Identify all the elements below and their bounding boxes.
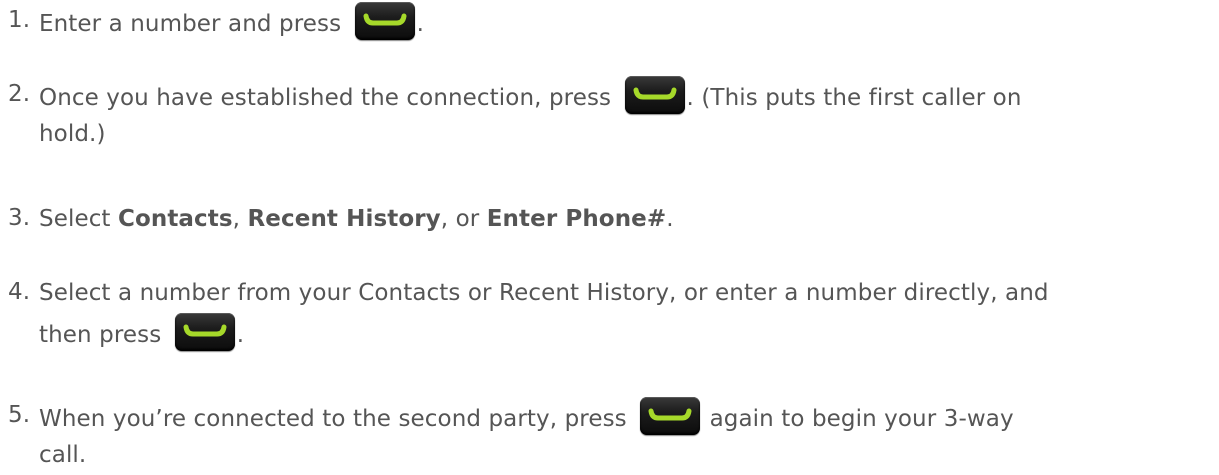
step-number: 2.	[8, 81, 31, 107]
step-text-line: Select a number from your Contacts or Re…	[39, 274, 1204, 313]
step-text-line: then press .	[39, 313, 1204, 352]
menu-option-name: Enter Phone#	[486, 206, 667, 232]
step-text-segment: ,	[232, 206, 248, 232]
step-text-line: call.	[39, 436, 1204, 475]
step-text-segment: Select a number from your Contacts or Re…	[39, 280, 1049, 306]
step-text-segment: then press	[39, 322, 169, 348]
step-text-line: Select Contacts, Recent History, or Ente…	[39, 200, 1204, 239]
step-text-segment: Select	[39, 206, 118, 232]
step-text-line: Once you have established the connection…	[39, 76, 1204, 115]
step-text-segment: , or	[440, 206, 487, 232]
step-text: When you’re connected to the second part…	[39, 397, 1204, 475]
step-text-segment: .	[666, 206, 674, 232]
step-text-segment: Once you have established the connection…	[39, 85, 619, 111]
step-number: 3.	[8, 205, 31, 231]
step-text-segment: call.	[39, 442, 87, 468]
step-text: Select a number from your Contacts or Re…	[39, 274, 1204, 352]
step-text-segment: When you’re connected to the second part…	[39, 406, 635, 432]
step-text-segment: hold.)	[39, 121, 106, 147]
step-text-line: When you’re connected to the second part…	[39, 397, 1204, 436]
step-text: Once you have established the connection…	[39, 76, 1204, 154]
step-number: 5.	[8, 402, 31, 428]
step-number: 1.	[8, 7, 31, 33]
step-text-line: hold.)	[39, 115, 1204, 154]
menu-option-name: Recent History	[247, 206, 441, 232]
step-text-segment: .	[236, 322, 245, 348]
step-text-segment: Enter a number and press	[39, 11, 349, 37]
menu-option-name: Contacts	[117, 206, 233, 232]
talk-key-icon	[640, 397, 701, 435]
step-text-line: Enter a number and press .	[39, 2, 1204, 41]
step-text: Enter a number and press .	[39, 2, 1204, 41]
talk-key-icon	[624, 76, 685, 114]
step-text-segment: again to begin your 3-way	[702, 406, 1014, 432]
step-text-segment: . (This puts the first caller on	[686, 85, 1022, 111]
step-number: 4.	[8, 279, 31, 305]
step-text: Select Contacts, Recent History, or Ente…	[39, 200, 1204, 239]
step-text-segment: .	[416, 11, 425, 37]
talk-key-icon	[354, 2, 415, 40]
talk-key-icon	[174, 313, 235, 351]
